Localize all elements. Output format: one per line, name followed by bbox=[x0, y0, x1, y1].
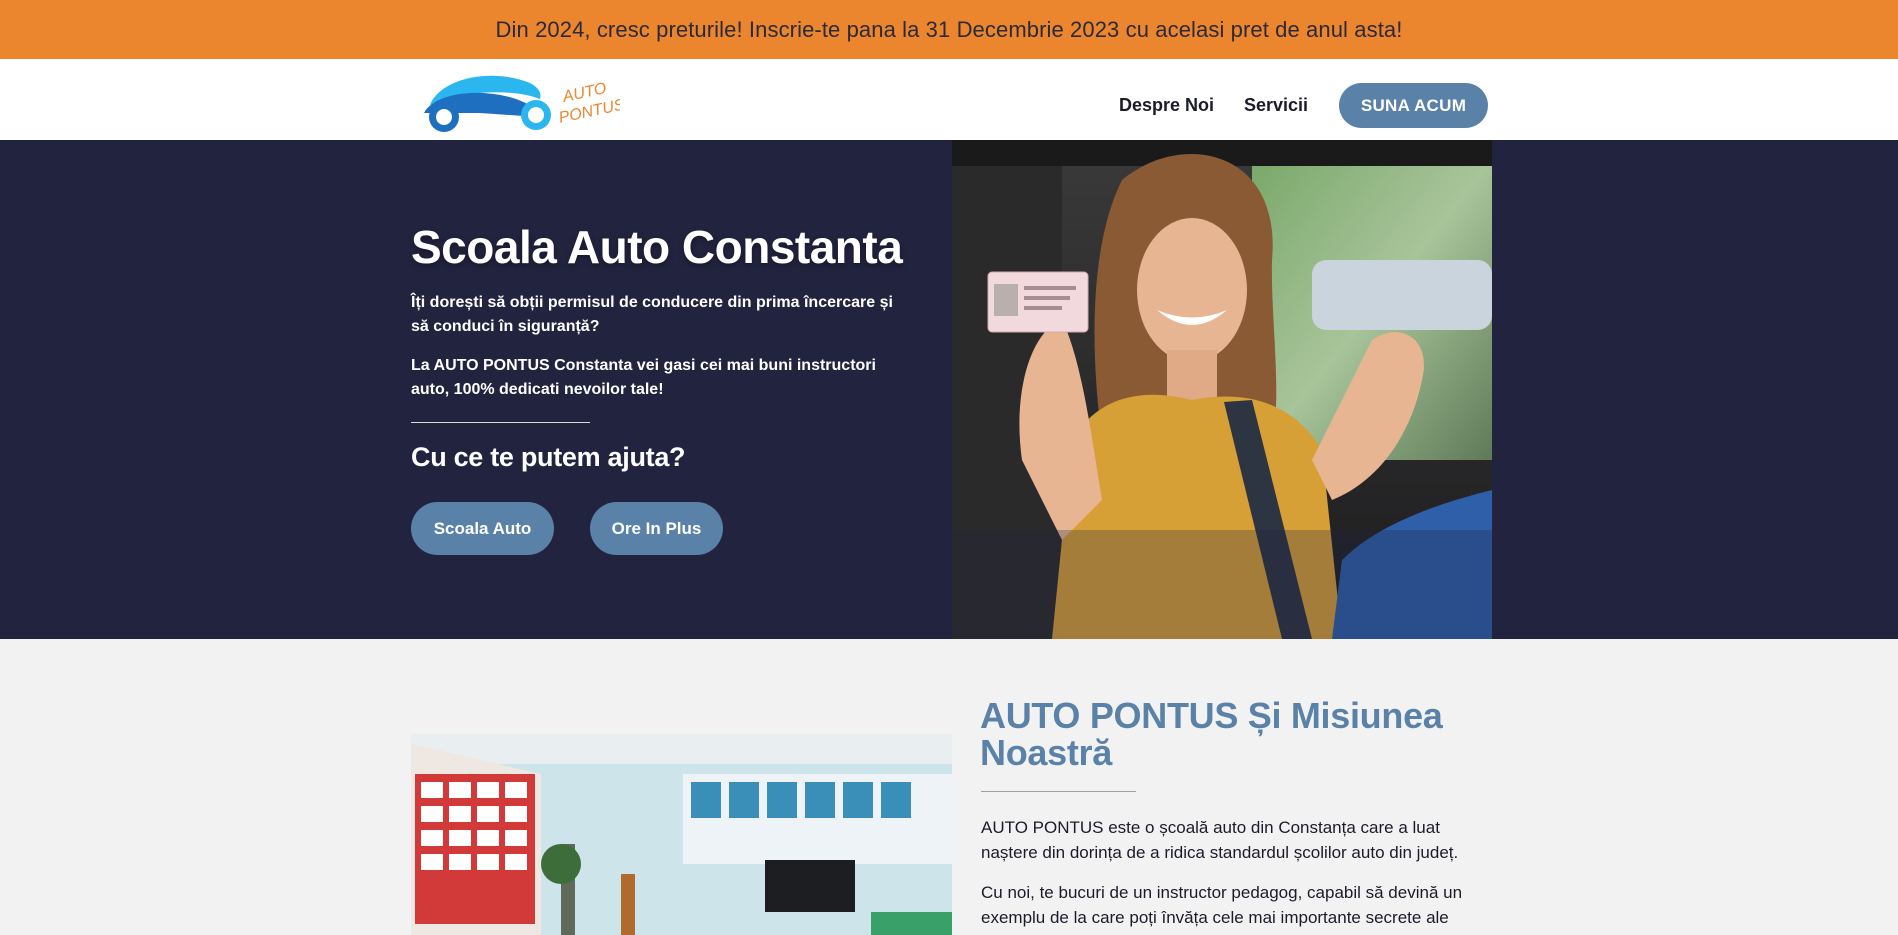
ore-in-plus-button[interactable]: Ore In Plus bbox=[590, 502, 723, 555]
nav-despre-noi[interactable]: Despre Noi bbox=[1119, 95, 1214, 116]
hero-subheading: Cu ce te putem ajuta? bbox=[411, 442, 686, 472]
auto-pontus-logo[interactable]: AUTO PONTUS bbox=[420, 69, 626, 133]
hero-driver-photo bbox=[952, 140, 1492, 639]
car-logo-icon: AUTO PONTUS bbox=[424, 75, 626, 132]
hero-divider bbox=[411, 422, 590, 423]
hero-title: Scoala Auto Constanta bbox=[411, 221, 903, 273]
announcement-text: Din 2024, cresc preturile! Inscrie-te pa… bbox=[495, 16, 1403, 42]
scoala-auto-button[interactable]: Scoala Auto bbox=[411, 502, 554, 555]
nav-servicii[interactable]: Servicii bbox=[1244, 95, 1308, 116]
mission-paragraph-1: AUTO PONTUS este o școală auto din Const… bbox=[981, 818, 1459, 862]
hero-paragraph-2: La AUTO PONTUS Constanta vei gasi cei ma… bbox=[411, 357, 876, 398]
announcement-banner: Din 2024, cresc preturile! Inscrie-te pa… bbox=[0, 0, 1898, 59]
mission-title: AUTO PONTUS Și Misiunea Noastră bbox=[980, 695, 1443, 773]
classroom-photo bbox=[411, 734, 952, 935]
mission-paragraph-2: Cu noi, te bucuri de un instructor pedag… bbox=[981, 883, 1463, 927]
hero-paragraph-1: Îți dorești să obții permisul de conduce… bbox=[411, 294, 893, 335]
hero-section bbox=[0, 140, 1898, 639]
call-now-button[interactable]: SUNA ACUM bbox=[1339, 83, 1488, 128]
mission-divider bbox=[981, 791, 1136, 792]
site-header: AUTO PONTUS bbox=[0, 59, 1898, 140]
